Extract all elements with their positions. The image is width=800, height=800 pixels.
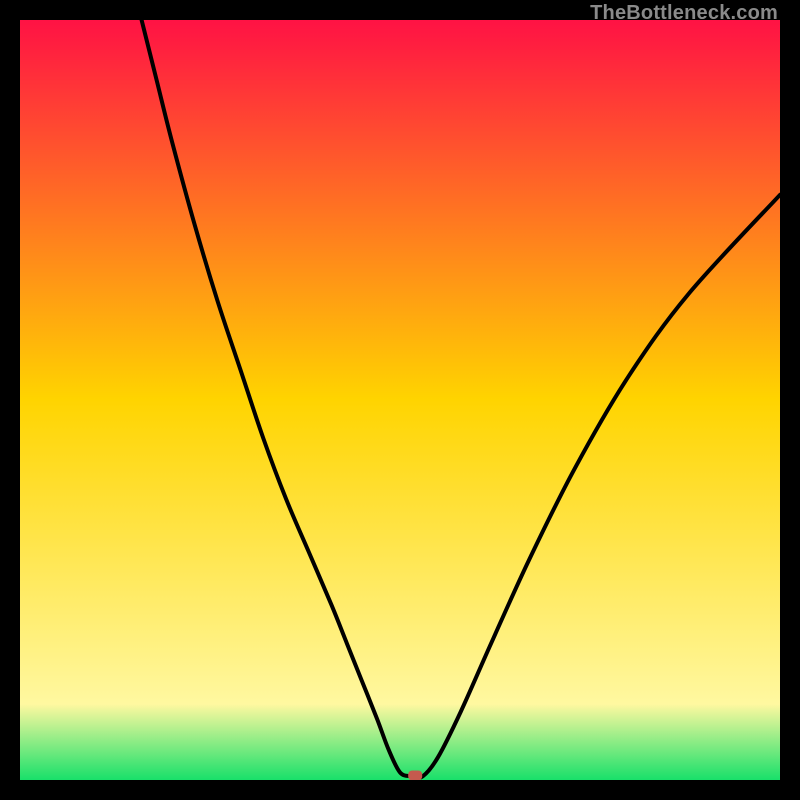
plot-background xyxy=(20,20,780,780)
watermark: TheBottleneck.com xyxy=(590,2,778,25)
chart-frame: TheBottleneck.com xyxy=(0,0,800,800)
curve-minimum-marker xyxy=(408,770,422,780)
bottleneck-plot xyxy=(20,20,780,780)
